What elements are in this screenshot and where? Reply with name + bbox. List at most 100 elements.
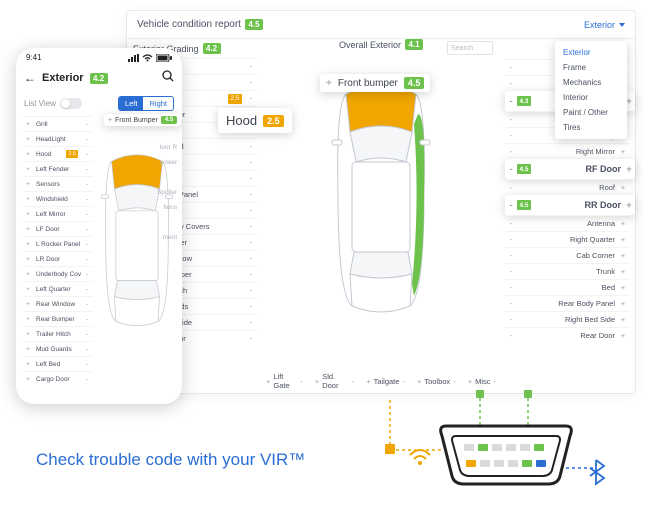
list-item[interactable]: +Rear Bumper-: [22, 311, 93, 326]
plus-icon[interactable]: +: [315, 377, 319, 386]
list-item[interactable]: +Left Mirror-: [22, 206, 93, 221]
minus-icon[interactable]: -: [505, 219, 517, 228]
list-item[interactable]: -Rear Body Panel+: [505, 295, 629, 311]
minus-icon[interactable]: -: [245, 318, 257, 327]
minus-icon[interactable]: -: [81, 346, 93, 353]
list-item[interactable]: -4.5RF Door+: [505, 159, 635, 179]
minus-icon[interactable]: -: [81, 151, 93, 158]
plus-icon[interactable]: +: [22, 271, 34, 278]
list-item[interactable]: +Left Bed-: [22, 356, 93, 371]
minus-icon[interactable]: -: [505, 79, 517, 88]
minus-icon[interactable]: -: [453, 377, 456, 386]
minus-icon[interactable]: -: [81, 241, 93, 248]
minus-icon[interactable]: -: [505, 200, 517, 210]
plus-icon[interactable]: +: [108, 117, 112, 124]
dropdown-item[interactable]: Paint / Other: [555, 105, 627, 120]
minus-icon[interactable]: -: [81, 286, 93, 293]
list-item[interactable]: -Cab Corner+: [505, 247, 629, 263]
plus-icon[interactable]: +: [22, 121, 34, 128]
minus-icon[interactable]: -: [81, 181, 93, 188]
plus-icon[interactable]: +: [366, 377, 370, 386]
dropdown-item[interactable]: Mechanics: [555, 75, 627, 90]
list-view-toggle[interactable]: [60, 98, 82, 109]
plus-icon[interactable]: +: [617, 147, 629, 156]
minus-icon[interactable]: -: [81, 301, 93, 308]
mini-item[interactable]: +Misc-: [468, 372, 496, 390]
dropdown-item[interactable]: Exterior: [555, 45, 627, 60]
plus-icon[interactable]: +: [22, 286, 34, 293]
mini-item[interactable]: +Toolbox-: [417, 372, 456, 390]
minus-icon[interactable]: -: [505, 115, 517, 124]
dropdown-item[interactable]: Interior: [555, 90, 627, 105]
list-item[interactable]: -Trunk+: [505, 263, 629, 279]
list-item[interactable]: +Hood2.5-: [22, 146, 93, 161]
plus-icon[interactable]: +: [468, 377, 472, 386]
plus-icon[interactable]: +: [617, 299, 629, 308]
minus-icon[interactable]: -: [81, 271, 93, 278]
plus-icon[interactable]: +: [22, 256, 34, 263]
minus-icon[interactable]: -: [81, 226, 93, 233]
plus-icon[interactable]: +: [617, 251, 629, 260]
list-item[interactable]: +Mud Guards-: [22, 341, 93, 356]
list-item[interactable]: -Bed+: [505, 279, 629, 295]
hood-card[interactable]: Hood 2.5: [218, 108, 292, 133]
plus-icon[interactable]: +: [326, 78, 332, 89]
list-item[interactable]: +Rear Window-: [22, 296, 93, 311]
minus-icon[interactable]: -: [245, 254, 257, 263]
list-item[interactable]: -Right Mirror+: [505, 143, 629, 159]
list-item[interactable]: +HeadLight-: [22, 131, 93, 146]
plus-icon[interactable]: +: [22, 136, 34, 143]
list-item[interactable]: +Left Quarter-: [22, 281, 93, 296]
mini-item[interactable]: +Sld. Door-: [315, 372, 354, 390]
minus-icon[interactable]: -: [245, 222, 257, 231]
plus-icon[interactable]: +: [617, 315, 629, 324]
minus-icon[interactable]: -: [505, 183, 517, 192]
list-item[interactable]: +LR Door-: [22, 251, 93, 266]
plus-icon[interactable]: +: [22, 361, 34, 368]
list-item[interactable]: -Rear Door+: [505, 327, 629, 343]
minus-icon[interactable]: -: [402, 377, 405, 386]
dropdown-item[interactable]: Tires: [555, 120, 627, 135]
minus-icon[interactable]: -: [300, 377, 303, 386]
plus-icon[interactable]: +: [617, 331, 629, 340]
minus-icon[interactable]: -: [505, 283, 517, 292]
plus-icon[interactable]: +: [22, 196, 34, 203]
minus-icon[interactable]: -: [505, 147, 517, 156]
list-item[interactable]: -Roof+: [505, 179, 629, 195]
list-item[interactable]: +Sensors-: [22, 176, 93, 191]
minus-icon[interactable]: -: [245, 158, 257, 167]
plus-icon[interactable]: +: [22, 166, 34, 173]
section-dropdown-menu[interactable]: ExteriorFrameMechanicsInteriorPaint / Ot…: [555, 41, 627, 139]
minus-icon[interactable]: -: [505, 96, 517, 106]
search-icon[interactable]: [162, 69, 174, 87]
minus-icon[interactable]: -: [245, 62, 257, 71]
plus-icon[interactable]: +: [623, 164, 635, 174]
dropdown-item[interactable]: Frame: [555, 60, 627, 75]
plus-icon[interactable]: +: [22, 316, 34, 323]
minus-icon[interactable]: -: [505, 299, 517, 308]
minus-icon[interactable]: -: [245, 142, 257, 151]
minus-icon[interactable]: -: [81, 256, 93, 263]
list-item[interactable]: +Grill-: [22, 116, 93, 131]
mini-item[interactable]: +Lift Gate-: [266, 372, 303, 390]
plus-icon[interactable]: +: [22, 226, 34, 233]
section-dropdown[interactable]: Exterior: [584, 20, 625, 30]
list-item[interactable]: +Trailer Hitch-: [22, 326, 93, 341]
list-item[interactable]: -4.5RR Door+: [505, 195, 635, 215]
plus-icon[interactable]: +: [22, 241, 34, 248]
plus-icon[interactable]: +: [22, 211, 34, 218]
minus-icon[interactable]: -: [352, 377, 355, 386]
minus-icon[interactable]: -: [505, 315, 517, 324]
plus-icon[interactable]: +: [22, 301, 34, 308]
minus-icon[interactable]: -: [505, 331, 517, 340]
plus-icon[interactable]: +: [266, 377, 270, 386]
minus-icon[interactable]: -: [245, 206, 257, 215]
minus-icon[interactable]: -: [245, 302, 257, 311]
plus-icon[interactable]: +: [623, 200, 635, 210]
list-item[interactable]: +Windshield-: [22, 191, 93, 206]
plus-icon[interactable]: +: [617, 219, 629, 228]
minus-icon[interactable]: -: [245, 174, 257, 183]
minus-icon[interactable]: -: [81, 136, 93, 143]
plus-icon[interactable]: +: [617, 235, 629, 244]
list-item[interactable]: -Right Bed Side+: [505, 311, 629, 327]
